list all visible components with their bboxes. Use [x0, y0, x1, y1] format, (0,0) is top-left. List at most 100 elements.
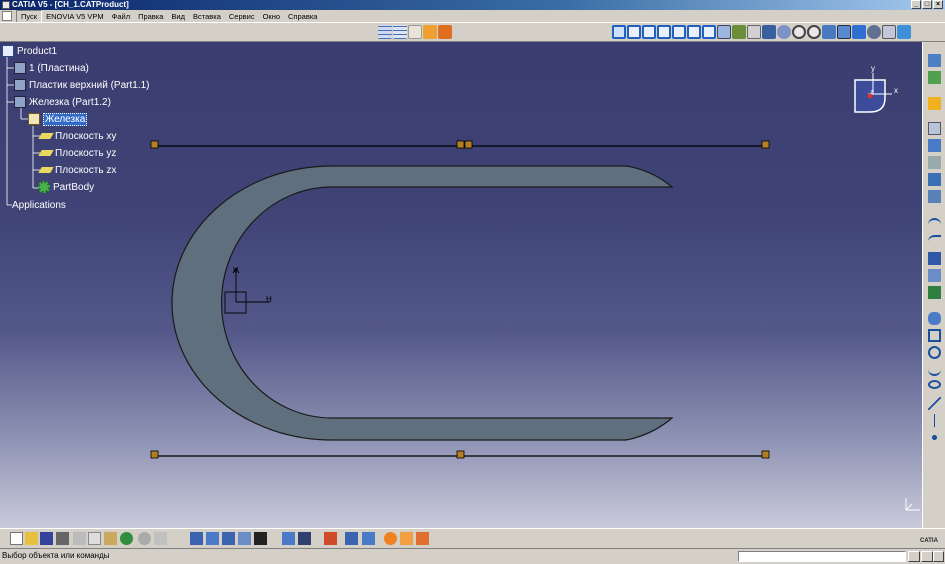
zoom-out-icon[interactable] [807, 25, 821, 39]
construction-element-icon[interactable] [408, 25, 422, 39]
zoom-in-icon[interactable] [792, 25, 806, 39]
exit-workbench-icon[interactable] [928, 71, 941, 84]
save-icon[interactable] [40, 532, 53, 545]
ellipse-icon[interactable] [928, 380, 941, 389]
3d-viewport[interactable]: H V y x z Product1 1 (Пластина) Пластик … [0, 42, 922, 528]
spline-icon[interactable] [928, 363, 941, 376]
maximize-button[interactable]: □ [922, 0, 932, 9]
status-button-1[interactable] [908, 551, 920, 562]
close-button[interactable]: × [933, 0, 943, 9]
knowledge-check-icon[interactable] [416, 532, 429, 545]
tree-node-plane-zx[interactable]: Плоскость zx [38, 163, 116, 177]
view-back-icon[interactable] [642, 25, 656, 39]
menu-window[interactable]: Окно [259, 11, 284, 22]
view-top-icon[interactable] [687, 25, 701, 39]
minimize-button[interactable]: _ [911, 0, 921, 9]
cut-icon[interactable] [73, 532, 86, 545]
print-icon[interactable] [56, 532, 69, 545]
tree-node-partbody[interactable]: PartBody [38, 180, 94, 194]
corner-icon[interactable] [928, 218, 941, 231]
rectangle-icon[interactable] [928, 329, 941, 342]
tree-node-plane-yz[interactable]: Плоскость yz [38, 146, 116, 160]
whats-this-icon[interactable] [154, 532, 167, 545]
status-button-3[interactable] [933, 551, 944, 562]
geometry-canvas: H V y x z [6, 57, 920, 511]
fit-all-icon[interactable] [747, 25, 761, 39]
menu-edit[interactable]: Правка [134, 11, 167, 22]
open-folder-icon[interactable] [25, 532, 38, 545]
measure-icon[interactable] [324, 532, 337, 545]
hide-show-icon[interactable] [882, 25, 896, 39]
select-arrow-icon[interactable] [928, 97, 941, 110]
multi-view-icon[interactable] [837, 25, 851, 39]
quick-view-icon[interactable] [852, 25, 866, 39]
normal-view-icon[interactable] [822, 25, 836, 39]
dimension-icon[interactable] [298, 532, 311, 545]
view-right-icon[interactable] [672, 25, 686, 39]
visualization-icon[interactable] [222, 532, 235, 545]
project-3d-icon[interactable] [928, 286, 941, 299]
tree-node-applications[interactable]: Applications [12, 198, 66, 212]
conic-tool-icon[interactable] [928, 190, 941, 203]
view-iso-icon[interactable] [612, 25, 626, 39]
grid-icon[interactable] [378, 25, 392, 39]
catalog-icon[interactable] [362, 532, 375, 545]
c-profile-part[interactable] [171, 165, 674, 441]
lowlight-icon[interactable] [254, 532, 267, 545]
menu-file[interactable]: Файл [108, 11, 134, 22]
pan-icon[interactable] [762, 25, 776, 39]
redo-icon[interactable] [138, 532, 151, 545]
document-icon[interactable] [2, 11, 12, 21]
apply-material-icon[interactable] [345, 532, 358, 545]
render-style-icon[interactable] [867, 25, 881, 39]
menu-help[interactable]: Справка [284, 11, 321, 22]
menu-insert[interactable]: Вставка [189, 11, 225, 22]
profile-icon[interactable] [928, 122, 941, 135]
undo-icon[interactable] [120, 532, 133, 545]
tree-node-product1[interactable]: Product1 [2, 44, 57, 58]
snap-grid-icon[interactable] [393, 25, 407, 39]
paste-icon[interactable] [104, 532, 117, 545]
circle-icon[interactable] [928, 346, 941, 359]
menu-enovia[interactable]: ENOVIA V5 VPM [42, 11, 108, 22]
view-bottom-icon[interactable] [702, 25, 716, 39]
trim-icon[interactable] [928, 252, 941, 265]
tree-node-plane-xy[interactable]: Плоскость xy [38, 129, 116, 143]
sketch-analysis-icon[interactable] [206, 532, 219, 545]
named-views-icon[interactable] [717, 25, 731, 39]
diagnosis-icon[interactable] [282, 532, 295, 545]
tree-node-plastic-top[interactable]: Пластик верхний (Part1.1) [14, 78, 150, 92]
point-icon[interactable] [928, 431, 941, 444]
fly-mode-icon[interactable] [732, 25, 746, 39]
chamfer-icon[interactable] [928, 235, 941, 248]
view-left-icon[interactable] [657, 25, 671, 39]
menu-start[interactable]: Пуск [16, 9, 43, 23]
tree-node-iron[interactable]: Железка [28, 112, 88, 126]
command-input[interactable] [738, 551, 906, 562]
axis-icon[interactable] [928, 414, 941, 427]
circle-tool-icon[interactable] [928, 156, 941, 169]
status-button-2[interactable] [921, 551, 933, 562]
menu-tools[interactable]: Сервис [225, 11, 259, 22]
new-file-icon[interactable] [10, 532, 23, 545]
tree-node-plate[interactable]: 1 (Пластина) [14, 61, 89, 75]
knowledge-rule-icon[interactable] [400, 532, 413, 545]
swap-visible-space-icon[interactable] [897, 25, 911, 39]
constraint-icon[interactable] [928, 312, 941, 325]
update-icon[interactable] [190, 532, 203, 545]
copy-icon[interactable] [88, 532, 101, 545]
predefined-profile-icon[interactable] [928, 139, 941, 152]
spline-tool-icon[interactable] [928, 173, 941, 186]
cut-by-plane-icon[interactable] [238, 532, 251, 545]
tree-node-iron-part[interactable]: Железка (Part1.2) [14, 95, 111, 109]
knowledge-formula-icon[interactable] [384, 532, 397, 545]
rotate-icon[interactable] [777, 25, 791, 39]
compass[interactable] [854, 73, 892, 113]
view-front-icon[interactable] [627, 25, 641, 39]
line-icon[interactable] [928, 397, 941, 410]
dimensional-constraint-icon[interactable] [438, 25, 452, 39]
sketch-tools-icon[interactable] [928, 54, 941, 67]
mirror-icon[interactable] [928, 269, 941, 282]
menu-view[interactable]: Вид [167, 11, 189, 22]
geometric-constraint-icon[interactable] [423, 25, 437, 39]
